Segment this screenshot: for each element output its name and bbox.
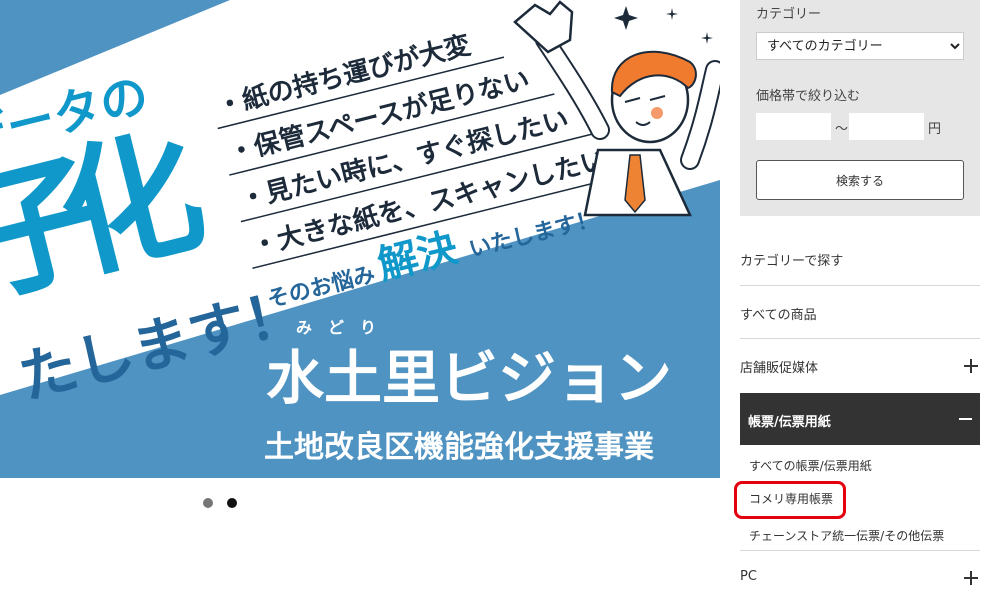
highlight-annotation <box>734 481 846 519</box>
expand-plus-icon[interactable] <box>964 571 978 585</box>
company-name: 水土里ビジョン <box>266 344 672 412</box>
category-nav-heading-label: カテゴリーで探す <box>740 254 844 269</box>
nav-item-pc-label: PC <box>740 569 757 584</box>
category-nav-heading: カテゴリーで探す <box>740 232 980 286</box>
banner-artwork: データの 子 化 たします！ ・紙の持ち運びが大変 ・保管スペースが足りない ・… <box>0 0 720 478</box>
nav-item-all-products-label: すべての商品 <box>740 308 817 323</box>
category-label: カテゴリー <box>756 7 822 22</box>
category-select[interactable]: すべてのカテゴリー <box>756 32 964 60</box>
subnav-item-chain-store-forms[interactable]: チェーンストア統一伝票/その他伝票 <box>749 527 944 544</box>
price-separator: 〜 <box>835 122 849 137</box>
expand-plus-icon[interactable] <box>964 359 978 373</box>
price-min-input[interactable] <box>756 113 831 140</box>
nav-item-forms-label: 帳票/伝票用紙 <box>748 415 831 430</box>
hero-banner[interactable]: データの 子 化 たします！ ・紙の持ち運びが大変 ・保管スペースが足りない ・… <box>0 0 720 478</box>
project-name: 土地改良区機能強化支援事業 <box>264 430 654 465</box>
nav-item-store-media-label: 店舗販促媒体 <box>740 361 819 376</box>
filter-panel: カテゴリー すべてのカテゴリー 価格帯で絞り込む 〜 円 検索する <box>740 0 980 216</box>
subnav-item-all-forms[interactable]: すべての帳票/伝票用紙 <box>749 457 872 474</box>
nav-item-forms[interactable]: 帳票/伝票用紙 <box>740 393 980 445</box>
nav-item-pc[interactable]: PC <box>740 569 980 599</box>
carousel-dot-2[interactable] <box>227 498 237 508</box>
price-range-label: 価格帯で絞り込む <box>756 89 861 104</box>
nav-item-all-products[interactable]: すべての商品 <box>740 286 980 339</box>
sparkle-icons <box>614 6 713 44</box>
carousel-dot-1[interactable] <box>203 498 213 508</box>
price-max-input[interactable] <box>849 113 924 140</box>
price-unit: 円 <box>928 122 942 137</box>
nav-item-store-media[interactable]: 店舗販促媒体 <box>740 339 980 393</box>
collapse-minus-icon[interactable] <box>959 418 972 420</box>
search-button[interactable]: 検索する <box>756 160 964 200</box>
carousel-dots <box>203 498 237 508</box>
company-ruby: み ど り <box>296 318 376 337</box>
subnav-divider <box>740 550 980 551</box>
